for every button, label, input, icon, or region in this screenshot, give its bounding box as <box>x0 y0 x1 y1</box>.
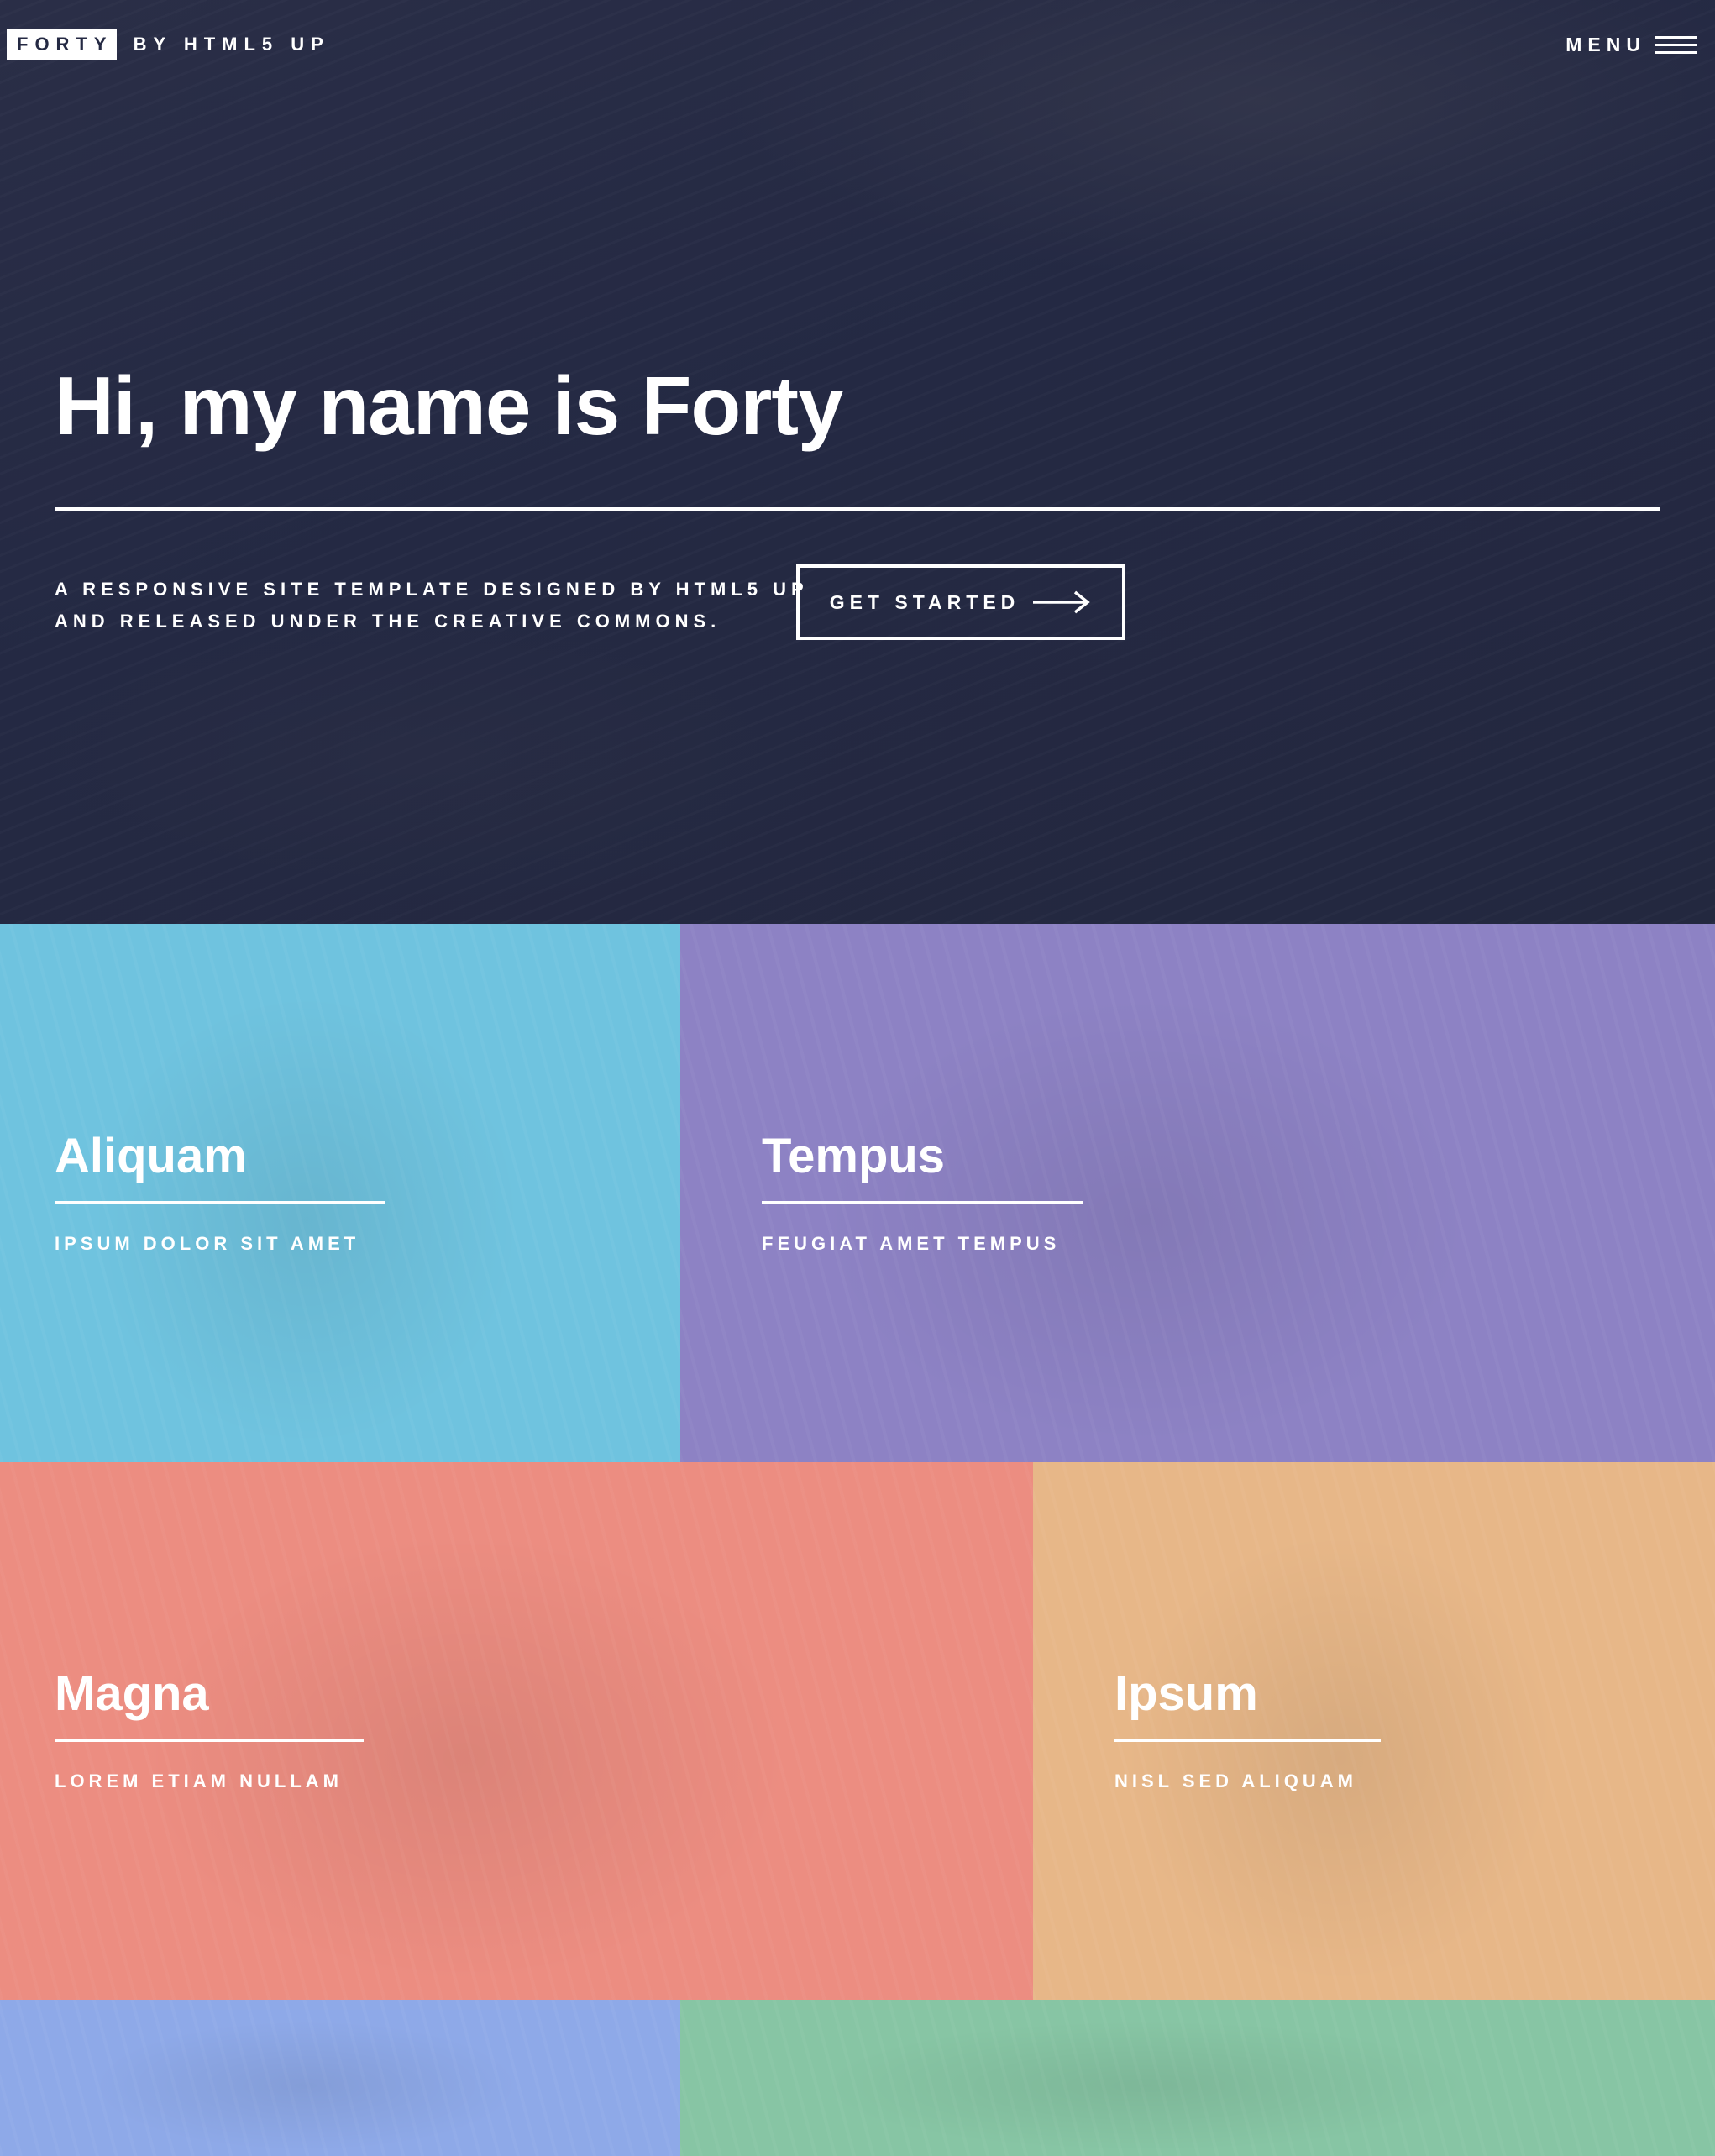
banner-background-image <box>0 0 1715 924</box>
tile-subtitle: LOREM ETIAM NULLAM <box>55 1770 343 1791</box>
hamburger-icon <box>1655 34 1697 55</box>
tile-image <box>0 2000 680 2156</box>
site-header: FORTY BY HTML5 UP MENU <box>0 0 1715 84</box>
tile-divider <box>762 1200 1083 1204</box>
tile-title: Ipsum <box>1114 1666 1258 1721</box>
tile-divider <box>1114 1739 1381 1742</box>
tile-title: Magna <box>55 1666 209 1721</box>
get-started-button[interactable]: GET STARTED <box>796 564 1125 640</box>
banner-description: A RESPONSIVE SITE TEMPLATE DESIGNED BY H… <box>55 574 810 637</box>
get-started-label: GET STARTED <box>829 590 1020 613</box>
tile-content: Magna LOREM ETIAM NULLAM <box>55 1462 364 2000</box>
tile-content: Aliquam IPSUM DOLOR SIT AMET <box>55 924 385 1462</box>
banner-divider <box>55 507 1660 511</box>
tile-subtitle: FEUGIAT AMET TEMPUS <box>762 1232 1061 1254</box>
tile-5[interactable] <box>0 2000 680 2156</box>
banner-description-line-2: AND RELEASED UNDER THE CREATIVE COMMONS. <box>55 611 721 632</box>
tile-title: Aliquam <box>55 1128 247 1183</box>
tile-ipsum[interactable]: Ipsum NISL SED ALIQUAM <box>1033 1462 1715 2000</box>
arrow-right-icon <box>1033 590 1091 614</box>
site-logo[interactable]: FORTY BY HTML5 UP <box>7 29 330 60</box>
logo-text: FORTY <box>7 29 117 60</box>
logo-byline: BY HTML5 UP <box>133 34 330 55</box>
banner: Hi, my name is Forty A RESPONSIVE SITE T… <box>0 0 1715 924</box>
banner-title: Hi, my name is Forty <box>55 359 844 452</box>
tile-content: Tempus FEUGIAT AMET TEMPUS <box>762 924 1083 1462</box>
tile-content: Ipsum NISL SED ALIQUAM <box>1114 1462 1381 2000</box>
tile-tempus[interactable]: Tempus FEUGIAT AMET TEMPUS <box>680 924 1715 1462</box>
menu-label: MENU <box>1566 34 1646 55</box>
tile-title: Tempus <box>762 1128 946 1183</box>
tile-subtitle: NISL SED ALIQUAM <box>1114 1770 1358 1791</box>
banner-description-line-1: A RESPONSIVE SITE TEMPLATE DESIGNED BY H… <box>55 579 809 600</box>
tile-image <box>680 2000 1715 2156</box>
tile-6[interactable] <box>680 2000 1715 2156</box>
menu-button[interactable]: MENU <box>1566 29 1697 60</box>
tile-divider <box>55 1739 364 1742</box>
tile-magna[interactable]: Magna LOREM ETIAM NULLAM <box>0 1462 1033 2000</box>
tile-subtitle: IPSUM DOLOR SIT AMET <box>55 1232 360 1254</box>
tile-divider <box>55 1200 385 1204</box>
tile-aliquam[interactable]: Aliquam IPSUM DOLOR SIT AMET <box>0 924 680 1462</box>
